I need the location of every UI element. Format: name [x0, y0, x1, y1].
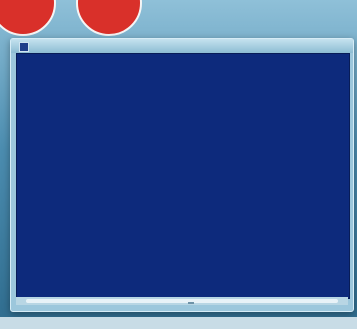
listing-row — [17, 116, 349, 121]
red-circle-badge — [76, 0, 142, 36]
horizontal-scrollbar[interactable] — [16, 297, 348, 305]
powershell-icon — [19, 42, 29, 52]
listing-row — [17, 140, 349, 145]
listing-row — [17, 158, 349, 163]
listing-row — [17, 104, 349, 109]
taskbar — [0, 317, 357, 329]
listing-row — [17, 152, 349, 157]
scrollbar-grip-icon — [188, 302, 194, 304]
listing-row — [17, 128, 349, 133]
listing-row — [17, 122, 349, 127]
listing-row — [17, 134, 349, 139]
scrollbar-thumb[interactable] — [26, 299, 338, 304]
window-titlebar[interactable] — [11, 39, 353, 53]
listing-row — [17, 146, 349, 151]
console-output[interactable] — [16, 53, 350, 299]
powershell-window[interactable] — [10, 38, 354, 312]
red-circle-badge — [0, 0, 56, 36]
listing-row — [17, 110, 349, 115]
